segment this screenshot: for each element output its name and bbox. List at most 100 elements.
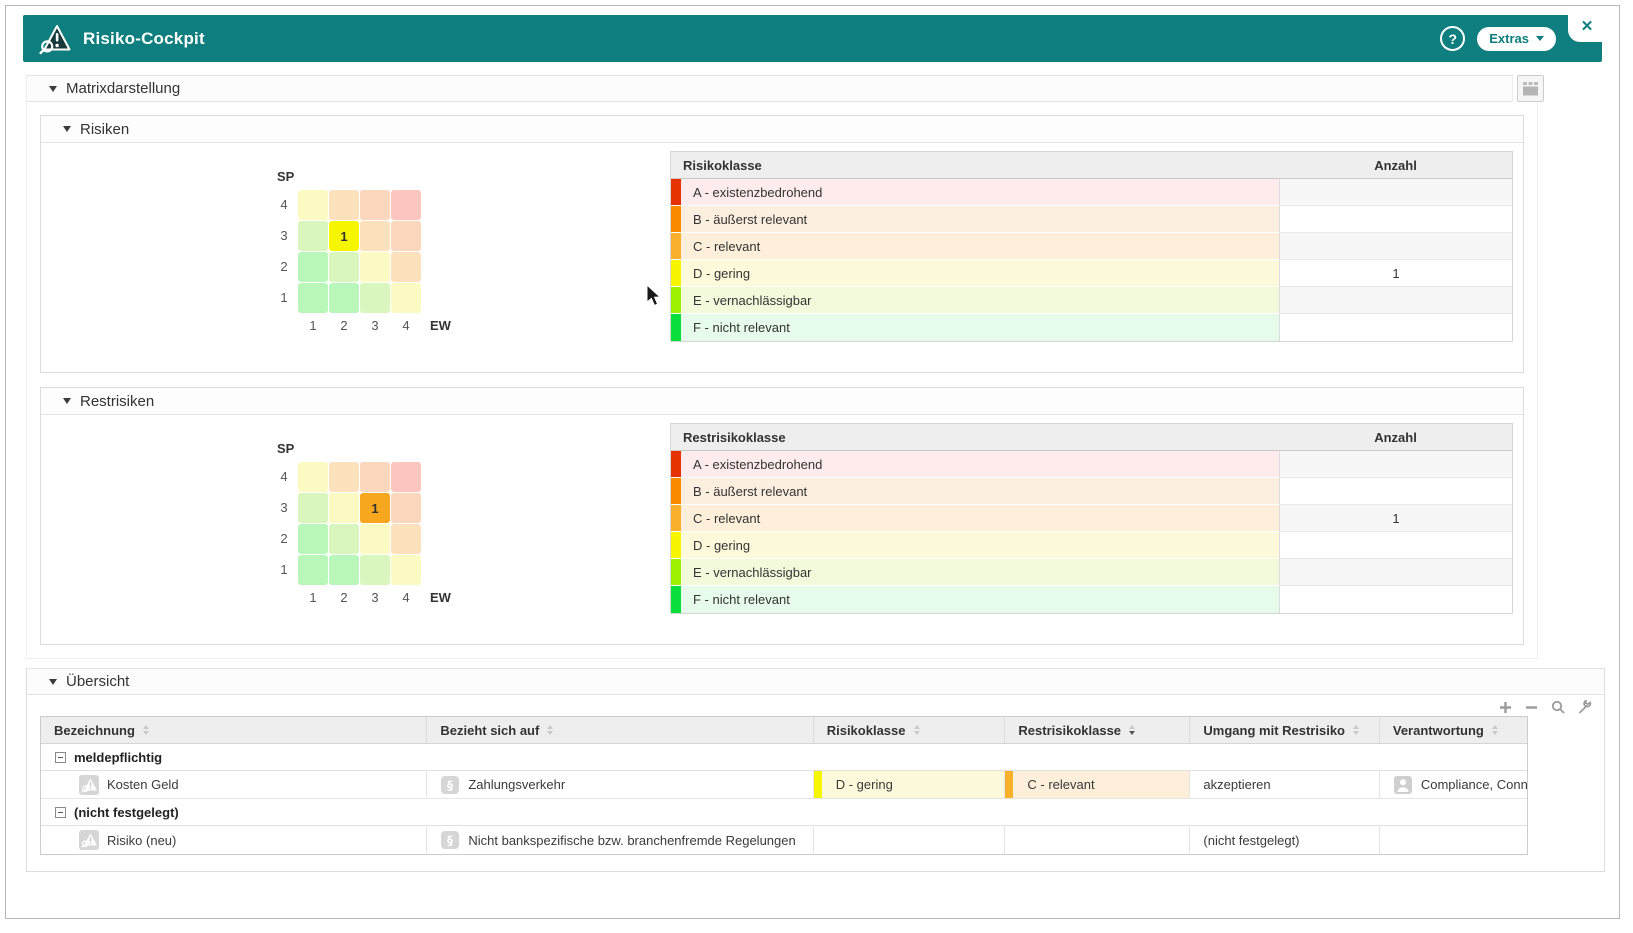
row-bezeichnung: Kosten Geld xyxy=(107,777,179,792)
anzahl-value xyxy=(1279,179,1512,206)
anzahl-value xyxy=(1279,586,1512,613)
row-risikoklasse: D - gering xyxy=(836,777,893,792)
risk-class-row: C - relevant xyxy=(671,233,1512,260)
restrisikoklasse-table: Restrisikoklasse Anzahl A - existenzbedr… xyxy=(670,423,1513,614)
anzahl-value xyxy=(1279,314,1512,341)
risiken-matrix: SP 4 3 1 xyxy=(271,169,456,344)
sort-icon xyxy=(143,725,149,735)
search-button[interactable] xyxy=(1551,700,1565,714)
y-axis-label: SP xyxy=(277,169,456,184)
col-label: 1 xyxy=(298,586,328,616)
warning-triangle-magnifier-icon xyxy=(39,23,71,55)
matrixdarstellung-title: Matrixdarstellung xyxy=(66,80,180,97)
matrix-cell xyxy=(360,252,390,282)
row-bezieht-sich-auf: Zahlungsverkehr xyxy=(468,777,565,792)
person-icon xyxy=(1393,775,1413,795)
app-window: Risiko-Cockpit ? Extras ✕ Matrixdarstell… xyxy=(5,5,1620,919)
close-button[interactable]: ✕ xyxy=(1568,9,1606,42)
extras-button[interactable]: Extras xyxy=(1477,27,1556,51)
collapse-caret-icon xyxy=(63,126,71,132)
class-color-bar xyxy=(671,559,681,586)
settings-button[interactable] xyxy=(1578,700,1592,714)
risk-class-row: F - nicht relevant xyxy=(671,314,1512,341)
row-label: 3 xyxy=(271,221,297,251)
collapse-group-icon[interactable] xyxy=(55,752,66,763)
row-label: 1 xyxy=(271,283,297,313)
matrix-cell xyxy=(391,221,421,251)
restrisikoklasse-column-header: Restrisikoklasse xyxy=(671,430,1279,445)
matrix-cell xyxy=(391,190,421,220)
window-layout-button[interactable] xyxy=(1517,75,1544,102)
risk-class-row: A - existenzbedrohend xyxy=(671,451,1512,478)
uebersicht-header[interactable]: Übersicht xyxy=(27,668,1604,695)
col-label: 2 xyxy=(329,586,359,616)
plus-icon xyxy=(1499,701,1512,714)
uebersicht-toolbar xyxy=(27,695,1604,715)
col-label: 2 xyxy=(329,314,359,344)
matrix-cell xyxy=(329,524,359,554)
row-label: 3 xyxy=(271,493,297,523)
matrix-cell xyxy=(298,190,328,220)
window-grid-icon xyxy=(1522,81,1539,96)
row-label: 4 xyxy=(271,190,297,220)
restrisiken-matrix: SP 4 3 1 xyxy=(271,441,456,616)
column-header-verantwortung[interactable]: Verantwortung xyxy=(1380,717,1527,743)
group-label: (nicht festgelegt) xyxy=(74,805,179,820)
risikoklasse-column-header: Risikoklasse xyxy=(671,158,1279,173)
matrix-cell xyxy=(391,462,421,492)
matrix-cell xyxy=(298,252,328,282)
risk-item-icon xyxy=(79,830,99,850)
matrix-cell xyxy=(298,462,328,492)
uebersicht-title: Übersicht xyxy=(66,673,129,690)
table-row-kosten-geld[interactable]: Kosten Geld § Zahlungsverkehr D - gering… xyxy=(41,771,1527,799)
group-row-meldepflichtig[interactable]: meldepflichtig xyxy=(41,744,1527,771)
sort-icon xyxy=(914,725,920,735)
paragraph-icon: § xyxy=(440,775,460,795)
row-restrisikoklasse: C - relevant xyxy=(1027,777,1094,792)
matrix-cell xyxy=(298,283,328,313)
risiken-header[interactable]: Risiken xyxy=(41,116,1523,143)
class-color-bar xyxy=(671,451,681,478)
column-header-risikoklasse[interactable]: Risikoklasse xyxy=(814,717,1006,743)
column-header-bezieht-sich-auf[interactable]: Bezieht sich auf xyxy=(427,717,813,743)
section-matrixdarstellung: Matrixdarstellung Risiken xyxy=(26,75,1544,659)
column-header-restrisikoklasse[interactable]: Restrisikoklasse xyxy=(1005,717,1190,743)
restrisiken-title: Restrisiken xyxy=(80,393,154,410)
magnifier-icon xyxy=(1551,700,1565,714)
collapse-group-icon[interactable] xyxy=(55,807,66,818)
sort-icon-active xyxy=(1129,725,1135,735)
add-button[interactable] xyxy=(1499,701,1512,714)
col-label: 3 xyxy=(360,314,390,344)
risk-class-row: B - äußerst relevant xyxy=(671,478,1512,505)
remove-button[interactable] xyxy=(1525,701,1538,714)
group-row-nicht-festgelegt[interactable]: (nicht festgelegt) xyxy=(41,799,1527,826)
class-color-bar xyxy=(671,532,681,559)
row-umgang: (nicht festgelegt) xyxy=(1203,833,1299,848)
row-verantwortung: Compliance, Conny xyxy=(1421,777,1527,792)
row-bezeichnung: Risiko (neu) xyxy=(107,833,176,848)
restrisikoklasse-table-header: Restrisikoklasse Anzahl xyxy=(671,424,1512,451)
column-header-umgang-mit-restrisiko[interactable]: Umgang mit Restrisiko xyxy=(1190,717,1379,743)
row-umgang: akzeptieren xyxy=(1203,777,1270,792)
matrix-cell-highlight: 1 xyxy=(329,221,359,251)
col-label: 4 xyxy=(391,586,421,616)
table-row-risiko-neu[interactable]: Risiko (neu) § Nicht bankspezifische bzw… xyxy=(41,826,1527,854)
matrix-cell xyxy=(329,283,359,313)
class-color-bar xyxy=(1005,771,1013,798)
matrix-cell xyxy=(298,524,328,554)
svg-text:§: § xyxy=(447,778,453,792)
sort-icon xyxy=(1492,725,1498,735)
group-label: meldepflichtig xyxy=(74,750,162,765)
sort-icon xyxy=(1353,725,1359,735)
restrisiken-header[interactable]: Restrisiken xyxy=(41,388,1523,415)
x-axis-label: EW xyxy=(422,314,456,344)
col-label: 4 xyxy=(391,314,421,344)
class-color-bar xyxy=(671,233,681,260)
help-button[interactable]: ? xyxy=(1440,26,1465,51)
column-header-bezeichnung[interactable]: Bezeichnung xyxy=(41,717,427,743)
risk-class-row: F - nicht relevant xyxy=(671,586,1512,613)
wrench-icon xyxy=(1578,700,1592,714)
matrixdarstellung-header[interactable]: Matrixdarstellung xyxy=(26,75,1513,102)
anzahl-value xyxy=(1279,532,1512,559)
titlebar: Risiko-Cockpit ? Extras xyxy=(23,15,1602,62)
